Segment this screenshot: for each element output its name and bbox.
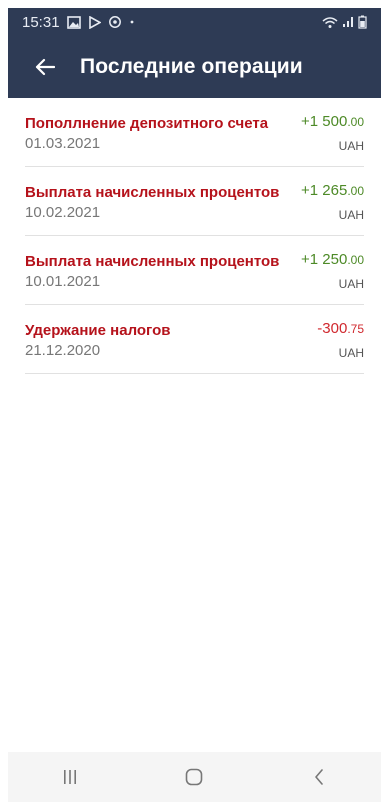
arrow-left-icon[interactable] xyxy=(30,52,60,82)
amount-fraction: .00 xyxy=(347,253,364,267)
transaction-amount: +1 500.00 xyxy=(301,113,364,130)
transaction-title: Пополлнение депозитного счета xyxy=(25,115,269,132)
play-store-icon xyxy=(88,15,101,29)
amount-whole: +1 265 xyxy=(301,182,348,199)
system-nav-bar xyxy=(8,752,381,802)
status-bar: 15:31 xyxy=(8,8,381,36)
amount-whole: -300 xyxy=(317,320,348,337)
transactions-list: Пополлнение депозитного счета 01.03.2021… xyxy=(8,98,381,374)
transaction-currency: UAH xyxy=(338,139,364,153)
transaction-row[interactable]: Удержание налогов 21.12.2020 -300.75 UAH xyxy=(25,305,364,374)
sync-icon xyxy=(108,15,122,29)
transaction-row[interactable]: Выплата начисленных процентов 10.01.2021… xyxy=(25,236,364,305)
signal-icon xyxy=(342,16,354,28)
home-icon[interactable] xyxy=(164,752,224,802)
amount-fraction: .75 xyxy=(347,322,364,336)
status-bar-right xyxy=(322,15,367,29)
amount-fraction: .00 xyxy=(347,115,364,129)
amount-whole: +1 250 xyxy=(301,251,348,268)
transaction-date: 21.12.2020 xyxy=(25,342,101,359)
dot-icon xyxy=(129,19,135,25)
gallery-icon xyxy=(66,15,81,29)
wifi-icon xyxy=(322,16,338,29)
transaction-amount: +1 265.00 xyxy=(301,182,364,199)
app-bar: Последние операции xyxy=(8,36,381,98)
transaction-amount: -300.75 xyxy=(317,320,364,337)
amount-whole: +1 500 xyxy=(301,113,348,130)
transaction-row[interactable]: Пополлнение депозитного счета 01.03.2021… xyxy=(25,98,364,167)
amount-fraction: .00 xyxy=(347,184,364,198)
transaction-amount: +1 250.00 xyxy=(301,251,364,268)
transaction-date: 10.01.2021 xyxy=(25,273,101,290)
transaction-row[interactable]: Выплата начисленных процентов 10.02.2021… xyxy=(25,167,364,236)
battery-icon xyxy=(358,15,367,29)
recents-icon[interactable] xyxy=(40,752,100,802)
transaction-title: Удержание налогов xyxy=(25,322,171,339)
transaction-currency: UAH xyxy=(338,346,364,360)
status-time: 15:31 xyxy=(22,13,60,31)
back-icon[interactable] xyxy=(289,752,349,802)
status-bar-left: 15:31 xyxy=(22,14,135,31)
transaction-date: 10.02.2021 xyxy=(25,204,101,221)
transaction-title: Выплата начисленных процентов xyxy=(25,253,280,270)
page-title: Последние операции xyxy=(80,55,303,78)
transaction-currency: UAH xyxy=(338,277,364,291)
transaction-date: 01.03.2021 xyxy=(25,135,101,152)
transaction-currency: UAH xyxy=(338,208,364,222)
transaction-title: Выплата начисленных процентов xyxy=(25,184,280,201)
